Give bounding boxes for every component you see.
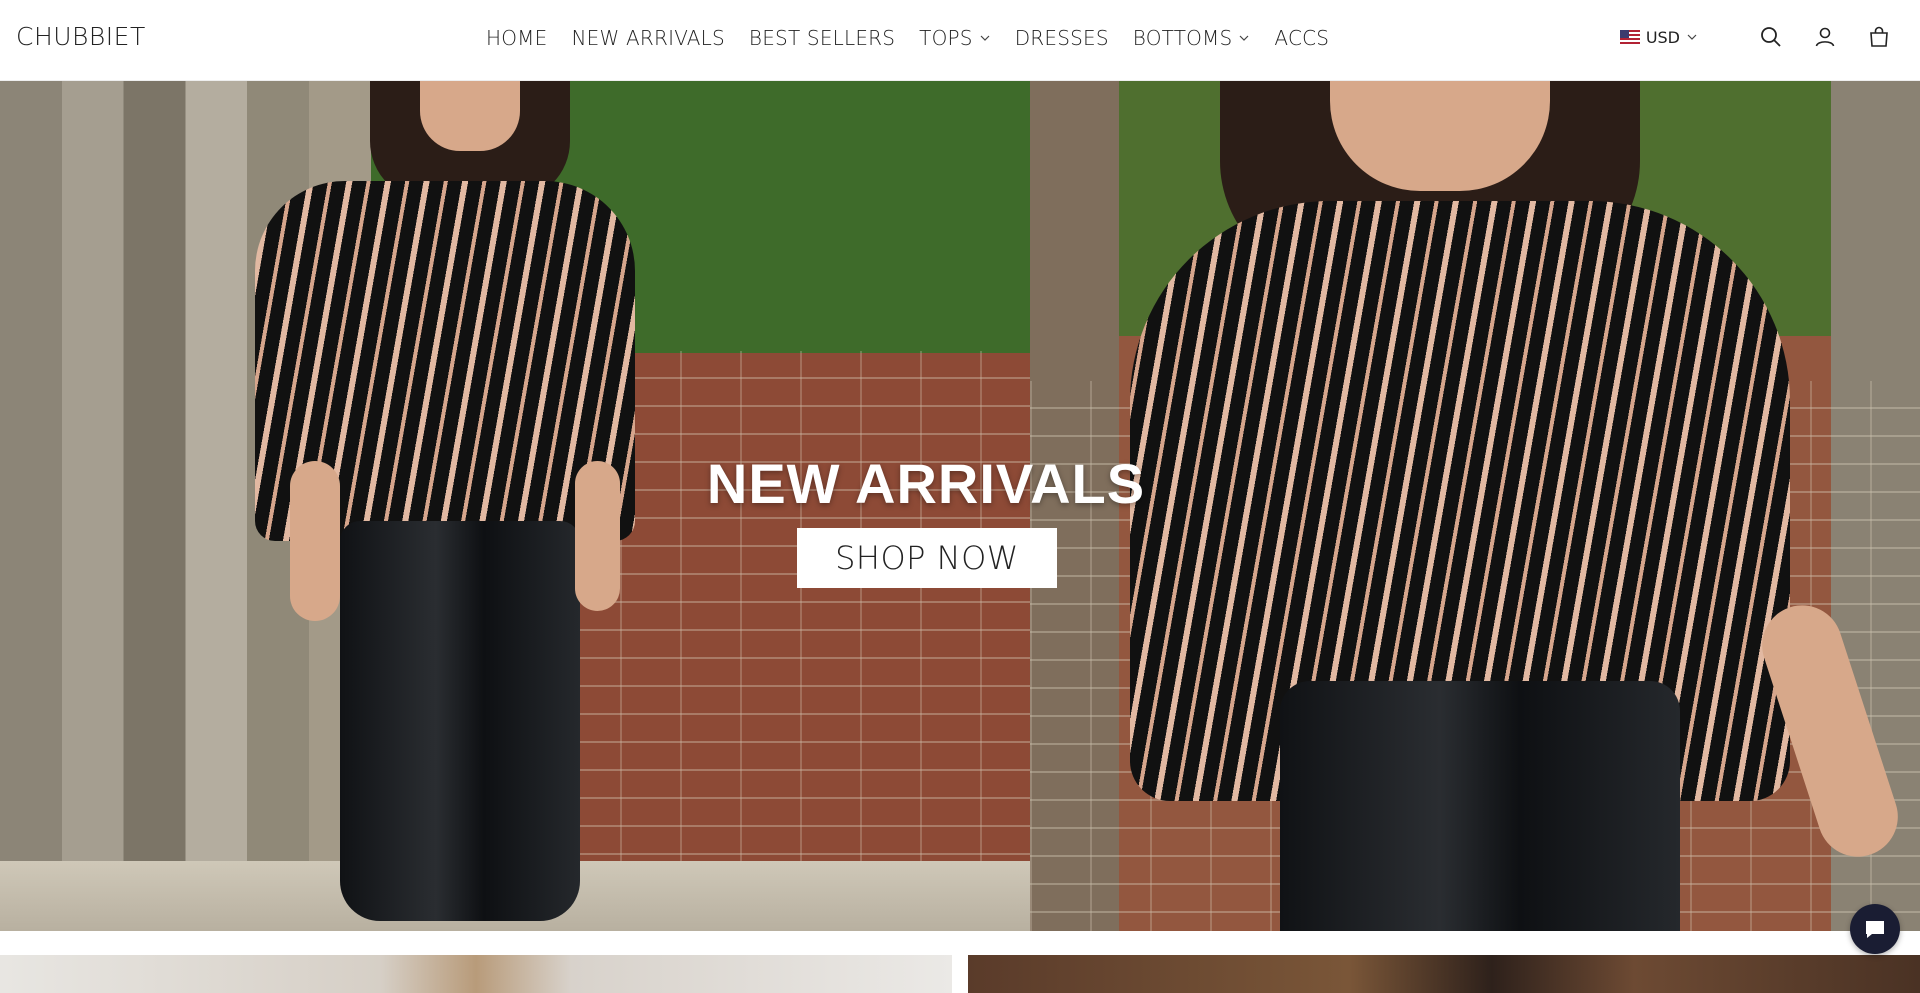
nav-item-label: DRESSES: [1014, 26, 1109, 50]
model-pants: [1280, 681, 1680, 931]
hero-title: NEW ARRIVALS: [706, 452, 1146, 515]
site-header: CHUBBIET HOME NEW ARRIVALS BEST SELLERS …: [0, 0, 1920, 81]
cart-icon[interactable]: [1866, 24, 1892, 50]
chevron-down-icon: [1687, 34, 1697, 40]
search-icon[interactable]: [1758, 24, 1784, 50]
currency-selector[interactable]: USD: [1619, 27, 1698, 47]
model-face: [420, 81, 520, 151]
chevron-down-icon: [1239, 35, 1249, 41]
chat-button[interactable]: [1850, 904, 1900, 954]
shop-now-button[interactable]: SHOP NOW: [797, 528, 1057, 588]
nav-item-home[interactable]: HOME: [486, 26, 547, 50]
nav-item-label: BEST SELLERS: [748, 26, 896, 50]
hero-banner[interactable]: NEW ARRIVALS SHOP NOW: [0, 81, 1920, 931]
nav-item-label: HOME: [486, 26, 548, 50]
collection-preview-left[interactable]: [0, 955, 952, 993]
nav-item-label: NEW ARRIVALS: [571, 26, 725, 50]
brand-logo[interactable]: CHUBBIET: [16, 22, 146, 51]
nav-item-bottoms[interactable]: BOTTOMS: [1133, 26, 1251, 50]
currency-label: USD: [1645, 27, 1680, 47]
model-pants: [340, 521, 580, 921]
main-nav: HOME NEW ARRIVALS BEST SELLERS TOPS DRES…: [486, 26, 1353, 50]
nav-item-accs[interactable]: ACCS: [1274, 26, 1329, 50]
nav-item-new-arrivals[interactable]: NEW ARRIVALS: [571, 26, 724, 50]
nav-item-label: TOPS: [919, 26, 973, 50]
collection-preview-right[interactable]: [968, 955, 1920, 993]
header-tools: USD: [1619, 24, 1892, 50]
chevron-down-icon: [980, 35, 990, 41]
nav-item-tops[interactable]: TOPS: [919, 26, 991, 50]
nav-item-best-sellers[interactable]: BEST SELLERS: [749, 26, 895, 50]
us-flag-icon: [1619, 30, 1640, 44]
chat-bubble-icon: [1866, 921, 1884, 938]
nav-item-label: ACCS: [1274, 26, 1330, 50]
nav-item-dresses[interactable]: DRESSES: [1015, 26, 1109, 50]
account-icon[interactable]: [1812, 24, 1838, 50]
nav-item-label: BOTTOMS: [1132, 26, 1233, 50]
